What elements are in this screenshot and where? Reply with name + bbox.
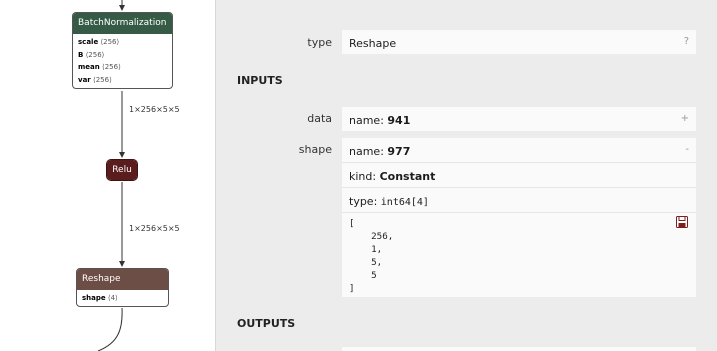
node-attribute: B ⟨256⟩ xyxy=(78,50,105,59)
shape-type-row: type: int64[4] xyxy=(342,188,696,213)
shape-input-name: name: 977 xyxy=(349,145,411,158)
node-attributes: shape ⟨4⟩ xyxy=(77,290,168,306)
reshape-node[interactable]: Reshape shape ⟨4⟩ xyxy=(76,268,169,307)
type-label: type xyxy=(307,36,332,49)
node-attribute: mean ⟨256⟩ xyxy=(78,63,121,72)
edge-out-of-reshape xyxy=(97,307,123,351)
save-icon[interactable] xyxy=(676,216,688,228)
node-attribute: shape ⟨4⟩ xyxy=(82,294,118,302)
relu-node[interactable]: Relu xyxy=(106,159,138,181)
shape-name-row[interactable]: name: 977 - xyxy=(342,138,696,163)
batchnormalization-node[interactable]: BatchNormalization scale ⟨256⟩ B ⟨256⟩ m… xyxy=(72,12,173,89)
shape-input-field: name: 977 - kind: Constant type: int64[4… xyxy=(342,138,696,297)
outputs-section-title: OUTPUTS xyxy=(237,317,296,330)
type-field: Reshape ? xyxy=(342,30,696,54)
collapse-icon[interactable]: - xyxy=(685,138,689,162)
node-attribute: scale ⟨256⟩ xyxy=(78,38,120,46)
shape-tensor-value: [ 256, 1, 5, 5 ] xyxy=(349,218,394,294)
type-value: Reshape xyxy=(349,37,397,50)
shape-tensor-value-block: [ 256, 1, 5, 5 ] xyxy=(342,213,696,298)
node-title: BatchNormalization xyxy=(73,13,172,34)
node-attributes: scale ⟨256⟩ B ⟨256⟩ mean ⟨256⟩ var ⟨256⟩ xyxy=(73,34,172,88)
output-field[interactable] xyxy=(342,347,696,351)
shape-input-label: shape xyxy=(298,143,332,156)
node-title: Relu xyxy=(107,160,137,180)
inputs-section-title: INPUTS xyxy=(237,74,283,87)
data-input-field[interactable]: name: 941 + xyxy=(342,107,696,131)
edge-shape-label: 1×256×5×5 xyxy=(129,105,180,114)
node-attribute: var ⟨256⟩ xyxy=(78,76,112,85)
edge-shape-label: 1×256×5×5 xyxy=(129,224,180,233)
graph-canvas[interactable]: BatchNormalization scale ⟨256⟩ B ⟨256⟩ m… xyxy=(0,0,216,351)
expand-icon[interactable]: + xyxy=(681,107,689,131)
help-icon[interactable]: ? xyxy=(684,30,689,54)
properties-panel: type Reshape ? INPUTS data name: 941 + s… xyxy=(216,0,717,351)
shape-kind-row: kind: Constant xyxy=(342,163,696,188)
data-input-label: data xyxy=(307,112,332,125)
data-input-name: name: 941 xyxy=(349,114,411,127)
node-title: Reshape xyxy=(77,269,168,290)
